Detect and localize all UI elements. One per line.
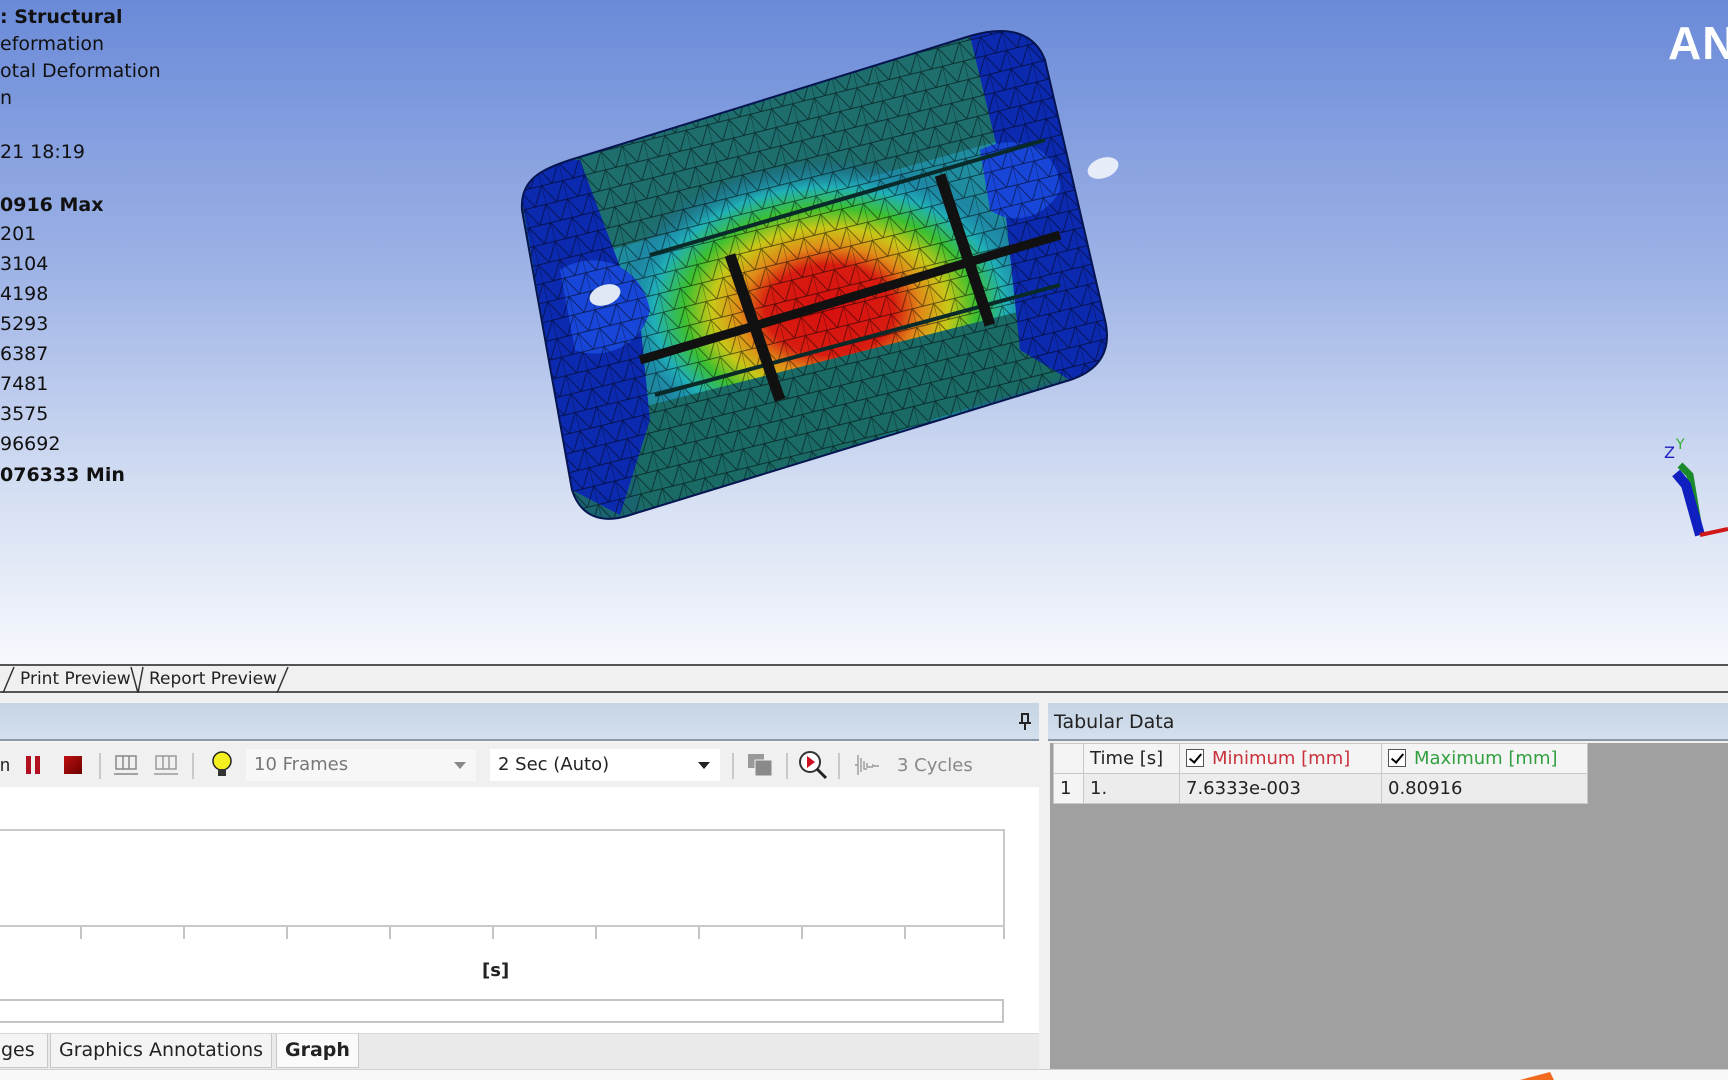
cell-maximum[interactable]: 0.80916: [1381, 773, 1588, 804]
x-axis-tick: [286, 927, 288, 939]
duration-dropdown[interactable]: 2 Sec (Auto): [490, 749, 720, 781]
timeline-scrollbar[interactable]: [0, 999, 1004, 1023]
x-axis-tick: [389, 927, 391, 939]
animation-graph[interactable]: [s]: [0, 787, 1039, 1033]
legend-title: : Structural: [0, 6, 123, 28]
triad-z-label: Z: [1664, 443, 1675, 462]
tabular-data-panel: Tabular Data Time [s] Minimum [mm] Maxim…: [1048, 703, 1728, 1071]
legend-min: 076333 Min: [0, 464, 125, 486]
table-row[interactable]: 1 1. 7.6333e-003 0.80916: [1053, 773, 1588, 804]
legend-type: eformation: [0, 33, 105, 55]
tab-print-preview[interactable]: Print Preview: [20, 668, 131, 692]
stop-icon: [64, 756, 82, 774]
tabular-data-grid[interactable]: Time [s] Minimum [mm] Maximum [mm] 1 1. …: [1050, 743, 1728, 1071]
previous-frame-icon: [114, 755, 138, 775]
x-axis-tick: [698, 927, 700, 939]
pin-icon[interactable]: [1018, 713, 1032, 731]
cell-minimum[interactable]: 7.6333e-003: [1179, 773, 1382, 804]
legend-level: 201: [0, 223, 37, 245]
ansys-logo: AN: [1668, 17, 1728, 69]
tabular-data-table: Time [s] Minimum [mm] Maximum [mm] 1 1. …: [1053, 743, 1588, 804]
previous-frame-button[interactable]: [113, 743, 139, 787]
x-axis-tick: [1003, 927, 1005, 939]
cycles-label: 3 Cycles: [897, 754, 973, 776]
frames-dropdown-value: 10 Frames: [254, 754, 349, 775]
deformation-contour-model[interactable]: [500, 20, 1240, 580]
legend-level: 96692: [0, 433, 61, 455]
graph-panel-header: [0, 703, 1039, 741]
x-axis-label: [s]: [482, 960, 510, 981]
pause-button[interactable]: [22, 743, 44, 787]
next-frame-button[interactable]: [153, 743, 179, 787]
bottom-tab-strip: ges Graphics Annotations Graph: [0, 1033, 1039, 1069]
x-axis-tick: [183, 927, 185, 939]
tab-messages[interactable]: ges: [0, 1034, 48, 1068]
distributed-frames-button[interactable]: [210, 743, 234, 787]
status-bar: [0, 1069, 1728, 1080]
legend-level: 6387: [0, 343, 49, 365]
table-header-row: Time [s] Minimum [mm] Maximum [mm]: [1053, 743, 1588, 774]
legend-result-name: otal Deformation: [0, 60, 161, 82]
tab-report-preview[interactable]: Report Preview: [149, 668, 277, 692]
export-video-button[interactable]: [746, 743, 774, 787]
chevron-down-icon: [698, 762, 710, 769]
cycle-icon: [855, 755, 879, 775]
legend-level: 4198: [0, 283, 49, 305]
tab-separator: [2, 666, 15, 693]
tabular-data-title: Tabular Data: [1054, 711, 1175, 733]
chevron-down-icon: [454, 762, 466, 769]
graph-panel: n 10 Frames 2 Sec (Auto) 3 Cycles [s]: [0, 703, 1039, 1033]
coordinate-triad[interactable]: Z Y: [1660, 425, 1728, 540]
column-header-minimum[interactable]: Minimum [mm]: [1179, 743, 1382, 774]
column-header-time[interactable]: Time [s]: [1083, 743, 1180, 774]
x-axis-tick: [492, 927, 494, 939]
legend-level: 3575: [0, 403, 49, 425]
x-axis-tick: [904, 927, 906, 939]
triad-y-label: Y: [1675, 437, 1685, 453]
tab-graphics-annotations[interactable]: Graphics Annotations: [50, 1034, 273, 1068]
cursor-pointer-icon: [1520, 1072, 1554, 1080]
column-header-maximum[interactable]: Maximum [mm]: [1381, 743, 1588, 774]
legend-timestamp: 21 18:19: [0, 141, 85, 163]
cycles-button[interactable]: [853, 743, 881, 787]
legend-unit: n: [0, 87, 13, 109]
lightbulb-icon: [212, 751, 232, 776]
tab-graph[interactable]: Graph: [276, 1034, 359, 1068]
tab-separator: [276, 666, 289, 693]
graph-plot-area[interactable]: [0, 829, 1005, 927]
x-axis-tick: [801, 927, 803, 939]
row-index: 1: [1053, 773, 1084, 804]
corner-cell: [1053, 743, 1084, 774]
view-tab-strip: Print Preview Report Preview: [0, 664, 1728, 693]
legend-max: 0916 Max: [0, 194, 104, 216]
stop-button[interactable]: [62, 743, 84, 787]
next-frame-icon: [154, 755, 178, 775]
cell-time[interactable]: 1.: [1083, 773, 1180, 804]
x-axis-tick: [80, 927, 82, 939]
duration-dropdown-value: 2 Sec (Auto): [498, 754, 610, 775]
tabular-data-header: Tabular Data: [1048, 703, 1728, 741]
legend-level: 7481: [0, 373, 49, 395]
zoom-to-fit-button[interactable]: [798, 743, 828, 787]
maximum-checkbox[interactable]: [1388, 749, 1406, 767]
legend-level: 5293: [0, 313, 49, 335]
play-button[interactable]: n: [0, 743, 10, 787]
legend-level: 3104: [0, 253, 49, 275]
zoom-to-fit-icon: [799, 751, 828, 780]
x-axis-tick: [595, 927, 597, 939]
frames-dropdown[interactable]: 10 Frames: [246, 749, 476, 781]
pause-icon: [26, 756, 40, 774]
animation-toolbar: n 10 Frames 2 Sec (Auto) 3 Cycles: [0, 743, 1039, 787]
export-video-icon: [748, 754, 773, 777]
minimum-checkbox[interactable]: [1186, 749, 1204, 767]
graphics-viewport[interactable]: : Structural eformation otal Deformation…: [0, 0, 1728, 664]
tab-separator: [130, 666, 144, 693]
